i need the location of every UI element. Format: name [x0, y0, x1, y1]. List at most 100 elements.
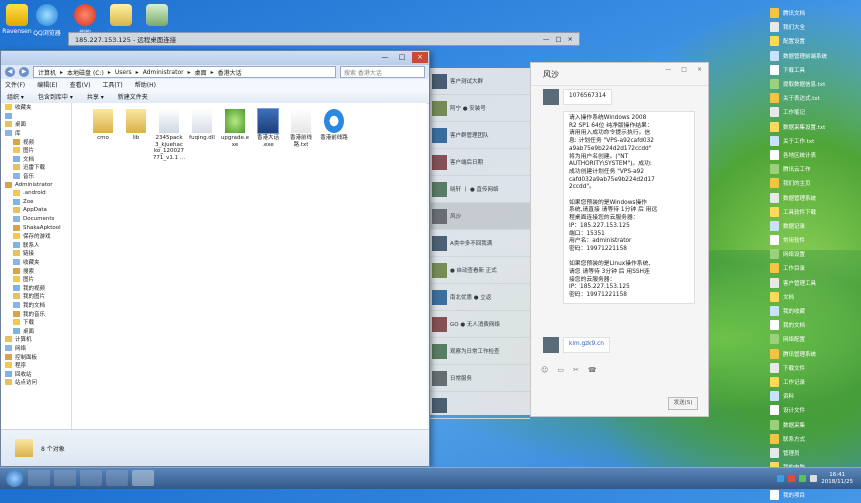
breadcrumb-item[interactable]: 计算机 — [38, 68, 56, 77]
minimize-button[interactable]: — — [665, 66, 671, 73]
menu-item[interactable]: 编辑(E) — [37, 80, 57, 89]
desktop-icon[interactable]: 数据记录 — [770, 219, 860, 233]
file-item[interactable]: cmo — [86, 109, 120, 142]
nav-item[interactable]: Administrator — [1, 180, 71, 189]
desktop-icon[interactable]: 腾讯云工作 — [770, 162, 860, 176]
desktop-icon[interactable]: 数据采集 — [770, 417, 860, 431]
menu-item[interactable]: 帮助(H) — [135, 80, 156, 89]
nav-item[interactable]: 我的图片 — [1, 292, 71, 301]
file-item[interactable]: upgrade.e xe — [218, 109, 252, 148]
taskbar-app-media[interactable] — [80, 470, 102, 486]
desktop-icon[interactable]: 设计文件 — [770, 403, 860, 417]
desktop-icon[interactable]: 数据管理系统 — [770, 190, 860, 204]
desktop-icon[interactable]: 工作笔记 — [770, 105, 860, 119]
address-bar[interactable]: 计算机 ▸ 本地磁盘 (C:) ▸ Users ▸ Administrator ▸ 桌面 ▸ 香港大… — [33, 66, 336, 78]
remote-desktop-bar[interactable]: 185.227.153.125 - 远程桌面连接 — □ × — [68, 32, 580, 46]
desktop-icon[interactable]: 客户管理工具 — [770, 276, 860, 290]
desktop-icon[interactable]: 网络配置 — [770, 332, 860, 346]
send-button[interactable]: 发送(S) — [668, 397, 698, 410]
phone-icon[interactable]: ☎ — [588, 366, 597, 374]
back-icon[interactable]: ◀ — [5, 67, 15, 77]
chat-list-item[interactable]: 客户测试大群 — [428, 68, 530, 95]
nav-item[interactable]: 收藏夹 — [1, 258, 71, 267]
file-item[interactable]: fuqing.dll — [185, 109, 219, 142]
desktop-icon[interactable]: 腾讯管理系统 — [770, 347, 860, 361]
chat-list-item[interactable]: 南北优惠 ● 立返 — [428, 284, 530, 311]
desktop-icon[interactable]: 我的项目 — [770, 488, 860, 502]
nav-item[interactable]: 迅雷下载 — [1, 163, 71, 172]
minimize-button[interactable]: — — [377, 52, 393, 63]
desktop-icon-5[interactable] — [140, 4, 174, 28]
toolbar-button[interactable]: 新建文件夹 — [118, 92, 148, 101]
file-item[interactable]: 香港大话 .exe — [251, 108, 285, 148]
volume-icon[interactable] — [810, 475, 818, 482]
desktop-icon[interactable]: 资料 — [770, 389, 860, 403]
breadcrumb-item[interactable]: 桌面 — [195, 68, 207, 77]
nav-item[interactable]: Documents — [1, 215, 71, 224]
nav-item[interactable]: 计算机 — [1, 335, 71, 344]
desktop-icon[interactable]: 工作记录 — [770, 375, 860, 389]
chat-list-item[interactable]: GO ● 无人消费网络 — [428, 311, 530, 338]
desktop-icon[interactable]: 下载工具 — [770, 63, 860, 77]
nav-item[interactable]: AppData — [1, 206, 71, 215]
forward-icon[interactable]: ▶ — [19, 67, 29, 77]
breadcrumb-item[interactable]: Users — [115, 69, 132, 76]
nav-item[interactable]: 我的文档 — [1, 301, 71, 310]
taskbar-app-wechat[interactable] — [54, 470, 76, 486]
desktop-icon[interactable]: 管理员 — [770, 446, 860, 460]
desktop-icon-qq-browser[interactable]: QQ浏览器 — [30, 4, 64, 37]
toolbar-button[interactable]: 包含到库中 ▾ — [38, 92, 73, 101]
nav-item[interactable]: 桌面 — [1, 120, 71, 129]
nav-item[interactable]: 程序 — [1, 361, 71, 370]
desktop-icon[interactable]: 腾讯文档 — [770, 6, 860, 20]
chat-list-item[interactable]: 晓轩 丨 ● 直传网络 — [428, 176, 530, 203]
menu-item[interactable]: 查看(V) — [70, 80, 91, 89]
nav-item[interactable]: 图片 — [1, 275, 71, 284]
maximize-button[interactable]: □ — [394, 52, 410, 63]
chat-list-item[interactable]: 客户端后日期 — [428, 149, 530, 176]
desktop-icon-4[interactable] — [104, 4, 138, 28]
folder-icon[interactable]: ▭ — [557, 366, 564, 374]
explorer-titlebar[interactable]: — □ × — [1, 51, 429, 65]
tray-icon[interactable] — [788, 475, 796, 482]
desktop-icon[interactable]: 文档 — [770, 290, 860, 304]
nav-item[interactable]: 库 — [1, 129, 71, 138]
chat-list-item[interactable]: A类中多不回我满 — [428, 230, 530, 257]
file-item[interactable]: 2345pack 3_kjuehac ko_120027 771_v1.1 ..… — [152, 109, 186, 161]
desktop-icon[interactable]: 网络设置 — [770, 247, 860, 261]
scissors-icon[interactable]: ✂ — [573, 366, 579, 374]
taskbar-app-browser[interactable] — [28, 470, 50, 486]
nav-item[interactable]: 下载 — [1, 318, 71, 327]
desktop-icon[interactable]: 关于工作.txt — [770, 134, 860, 148]
nav-item[interactable]: 音乐 — [1, 172, 71, 181]
nav-item[interactable]: 我的音乐 — [1, 309, 71, 318]
nav-item[interactable]: 文档 — [1, 155, 71, 164]
nav-item[interactable]: 网络 — [1, 344, 71, 353]
maximize-button[interactable]: □ — [681, 66, 687, 73]
breadcrumb-item[interactable]: Administrator — [143, 69, 184, 76]
desktop-icon[interactable]: 下载文件 — [770, 361, 860, 375]
file-item[interactable]: lib — [119, 109, 153, 142]
toolbar-button[interactable]: 共享 ▾ — [87, 92, 104, 101]
desktop-icon[interactable]: 配置设置 — [770, 34, 860, 48]
message-link[interactable]: kim.gzk9.cn — [563, 337, 610, 353]
nav-item[interactable]: 我的视频 — [1, 283, 71, 292]
nav-item[interactable]: 保存的游戏 — [1, 232, 71, 241]
nav-item[interactable]: 图片 — [1, 146, 71, 155]
close-button[interactable]: × — [412, 52, 428, 63]
desktop-icon[interactable]: 各地区统计表 — [770, 148, 860, 162]
desktop-icon[interactable]: 数据采集设置.txt — [770, 120, 860, 134]
nav-item[interactable]: 收藏夹 — [1, 103, 71, 112]
nav-item[interactable]: ShakaApktool — [1, 223, 71, 232]
start-button[interactable] — [6, 470, 23, 487]
desktop-icon[interactable]: 关于表达式.txt — [770, 91, 860, 105]
desktop-icon[interactable]: 常用软件 — [770, 233, 860, 247]
desktop-icon[interactable]: 我们大全 — [770, 20, 860, 34]
emoji-icon[interactable]: ☺ — [541, 366, 548, 374]
chat-list-item[interactable]: ● 自动查看新 正式 — [428, 257, 530, 284]
desktop-icon[interactable]: 我们的主页 — [770, 176, 860, 190]
maximize-button[interactable]: □ — [555, 35, 561, 43]
chat-list-item[interactable] — [428, 392, 530, 419]
nav-item[interactable]: 回收站 — [1, 369, 71, 378]
nav-item[interactable]: 联系人 — [1, 241, 71, 250]
